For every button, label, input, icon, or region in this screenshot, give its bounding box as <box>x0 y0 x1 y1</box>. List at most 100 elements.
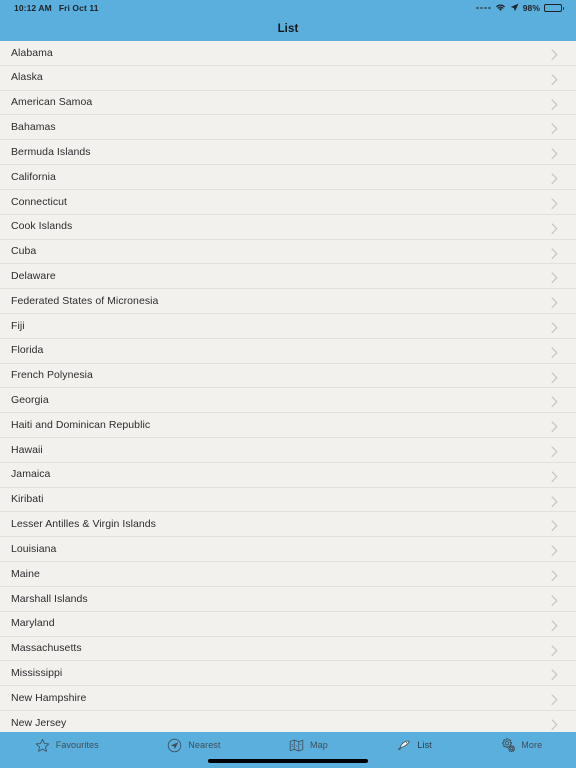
list-item-label: Cook Islands <box>11 221 73 232</box>
navigation-bar: List <box>0 16 576 41</box>
list-item[interactable]: Georgia <box>0 388 576 414</box>
list-item-label: Delaware <box>11 270 56 282</box>
chevron-right-icon <box>551 568 558 582</box>
list-item-label: Jamaica <box>11 469 51 480</box>
folded-map-icon <box>288 737 305 754</box>
list-item-label: New Hampshire <box>11 692 87 704</box>
list-item[interactable]: Hawaii <box>0 438 576 463</box>
list-item-label: Maryland <box>11 618 55 629</box>
list-item-label: Lesser Antilles & Virgin Islands <box>11 519 156 530</box>
tab-label-favourites: Favourites <box>55 740 99 750</box>
list-item-label: Georgia <box>11 395 49 406</box>
list-item[interactable]: Jamaica <box>0 462 576 488</box>
location-arrow-icon <box>510 3 519 14</box>
list-item[interactable]: French Polynesia <box>0 363 576 389</box>
chevron-right-icon <box>551 97 558 110</box>
list-item-label: Alabama <box>11 47 53 59</box>
tab-bar: Favourites Nearest Map List More <box>0 732 576 768</box>
list-item[interactable]: Alaska <box>0 65 576 91</box>
list-item[interactable]: Federated States of Micronesia <box>0 289 576 314</box>
list-item[interactable]: Cuba <box>0 239 576 265</box>
list-item[interactable]: Cook Islands <box>0 214 576 240</box>
list-item[interactable]: Bahamas <box>0 115 576 141</box>
list-item[interactable]: Haiti and Dominican Republic <box>0 413 576 438</box>
chevron-right-icon <box>551 469 558 482</box>
list-item-label: Cuba <box>11 246 37 257</box>
list-item-label: Hawaii <box>11 444 43 456</box>
list-item[interactable]: Bermuda Islands <box>0 140 576 166</box>
tab-more[interactable]: More <box>495 735 546 755</box>
list-item-label: Connecticut <box>11 196 67 208</box>
gears-icon <box>499 737 516 754</box>
list-item-label: Maine <box>11 568 40 580</box>
chevron-right-icon <box>551 444 558 458</box>
wifi-icon <box>495 3 506 14</box>
list-item[interactable]: Florida <box>0 338 576 364</box>
list-item[interactable]: Lesser Antilles & Virgin Islands <box>0 512 576 538</box>
list-item-label: Mississippi <box>11 667 63 679</box>
tab-label-map: Map <box>310 740 328 750</box>
list-item-label: French Polynesia <box>11 370 93 381</box>
chevron-right-icon <box>551 643 558 656</box>
chevron-right-icon <box>551 72 558 85</box>
tab-favourites[interactable]: Favourites <box>30 735 103 755</box>
tab-label-more: More <box>521 740 543 750</box>
list-item[interactable]: New Hampshire <box>0 686 576 711</box>
chevron-right-icon <box>551 221 558 234</box>
status-bar-right: 98% <box>476 3 564 14</box>
chevron-right-icon <box>551 717 558 730</box>
list-item[interactable]: Louisiana <box>0 537 576 563</box>
chevron-right-icon <box>551 196 558 209</box>
list-item-label: Marshall Islands <box>11 593 88 605</box>
chevron-right-icon <box>551 693 558 706</box>
list-item[interactable]: Fiji <box>0 313 576 339</box>
list-item[interactable]: Maine <box>0 562 576 587</box>
list-item[interactable]: New Jersey <box>0 710 576 732</box>
chevron-right-icon <box>551 593 558 606</box>
list-item[interactable]: California <box>0 165 576 190</box>
list-item-label: Florida <box>11 345 44 356</box>
chevron-right-icon <box>551 519 558 532</box>
list-item-label: Louisiana <box>11 543 57 555</box>
chevron-right-icon <box>551 47 558 61</box>
chevron-right-icon <box>551 271 558 284</box>
status-bar: 10:12 AM Fri Oct 11 98% <box>0 0 576 16</box>
list-item-label: Alaska <box>11 72 43 83</box>
tab-label-list: List <box>417 740 432 750</box>
list-item[interactable]: Mississippi <box>0 661 576 687</box>
list-item-label: Bermuda Islands <box>11 146 91 158</box>
list-item-label: New Jersey <box>11 717 67 729</box>
list-item[interactable]: Kiribati <box>0 487 576 513</box>
chevron-right-icon <box>551 320 558 333</box>
list-item-label: American Samoa <box>11 97 93 108</box>
chevron-right-icon <box>551 544 558 557</box>
list-item[interactable]: Massachusetts <box>0 636 576 662</box>
list-item[interactable]: Connecticut <box>0 189 576 215</box>
fish-icon <box>395 737 412 754</box>
list-item[interactable]: Maryland <box>0 611 576 637</box>
status-bar-left: 10:12 AM Fri Oct 11 <box>14 3 99 13</box>
list-item-label: California <box>11 171 56 183</box>
chevron-right-icon <box>551 246 558 259</box>
chevron-right-icon <box>551 494 558 507</box>
list-item[interactable]: Delaware <box>0 264 576 290</box>
chevron-right-icon <box>551 618 558 631</box>
chevron-right-icon <box>551 171 558 185</box>
list-item-label: Massachusetts <box>11 643 82 654</box>
location-list[interactable]: Alabama Alaska American Samoa Bahamas Bermud… <box>0 41 576 732</box>
tab-map[interactable]: Map <box>284 735 332 755</box>
battery-icon <box>544 3 564 13</box>
tab-list[interactable]: List <box>391 735 435 755</box>
list-item[interactable]: Alabama <box>0 41 576 66</box>
chevron-right-icon <box>551 296 558 309</box>
list-item[interactable]: Marshall Islands <box>0 586 576 612</box>
ipad-app-screen: 10:12 AM Fri Oct 11 98% List Alabama Ala… <box>0 0 576 768</box>
list-item-label: Fiji <box>11 320 25 332</box>
tab-nearest[interactable]: Nearest <box>162 735 224 755</box>
chevron-right-icon <box>551 345 558 358</box>
tab-label-nearest: Nearest <box>188 740 221 750</box>
chevron-right-icon <box>551 147 558 160</box>
list-item[interactable]: American Samoa <box>0 90 576 116</box>
chevron-right-icon <box>551 668 558 681</box>
battery-percent-label: 98% <box>522 3 540 13</box>
